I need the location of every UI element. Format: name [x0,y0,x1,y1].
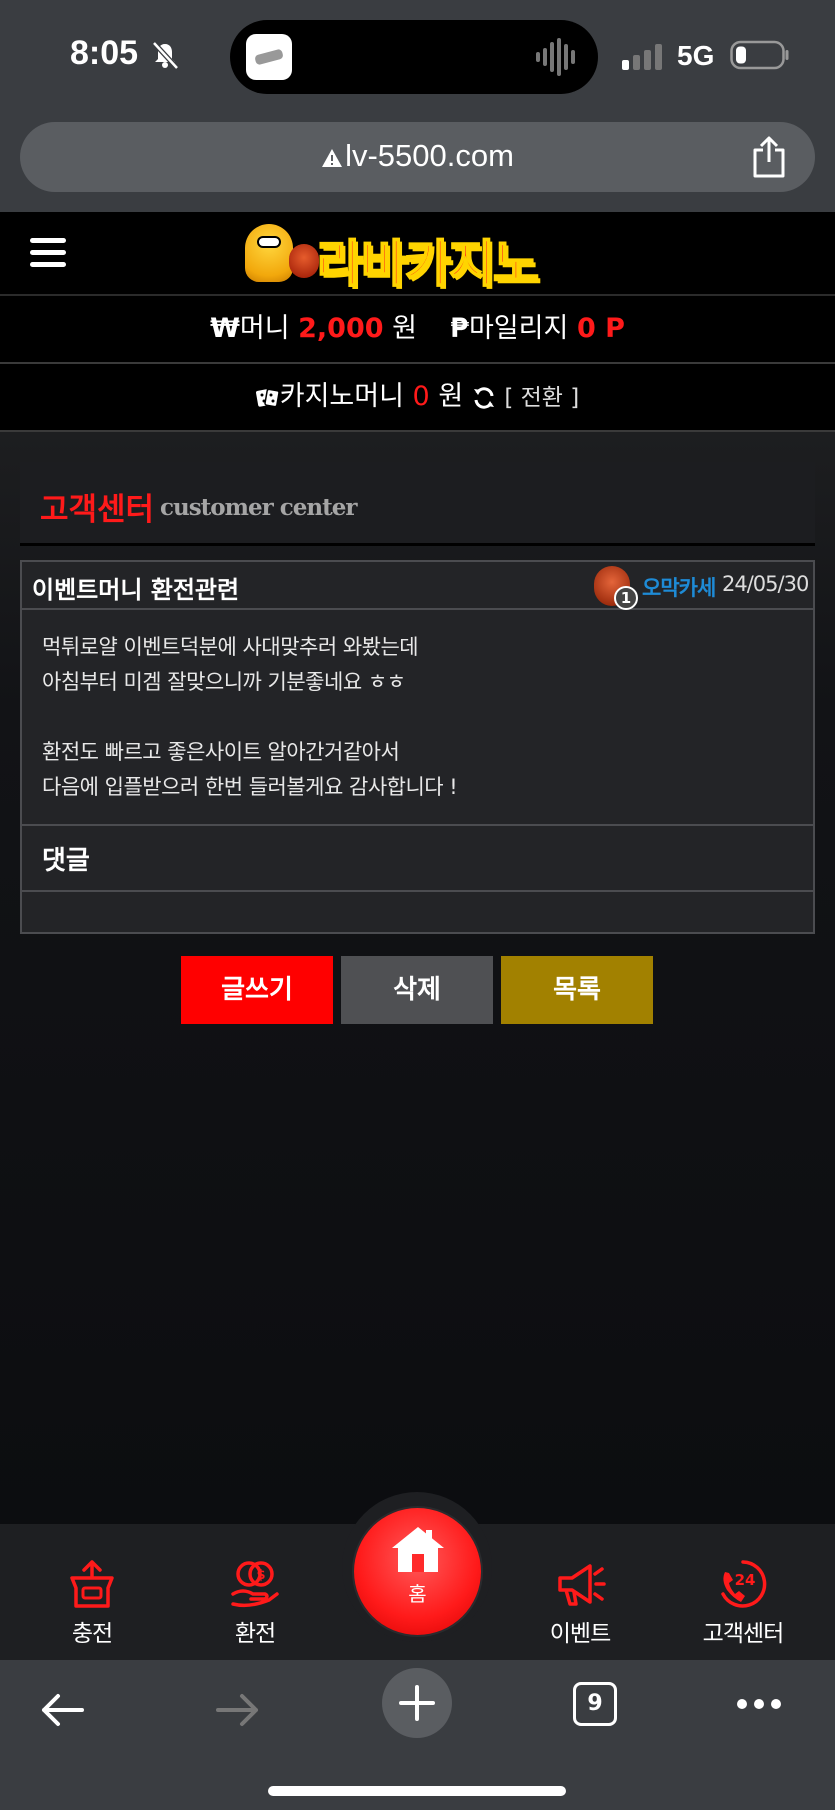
browser-toolbar: 9 [0,1660,835,1810]
site-header: 라바카지노 [0,212,835,296]
level-badge: 1 [614,586,638,610]
post-detail: 이벤트머니 환전관련 1 오막카세 24/05/30 먹튀로얄 이벤트덕분에 사… [20,560,815,934]
deposit-icon [70,1560,114,1608]
won-icon: ₩ [210,313,240,344]
casino-money-value: 0 [412,381,430,412]
back-arrow-icon[interactable] [38,1690,86,1730]
warning-icon [322,148,343,167]
nav-exchange-label: 환전 [234,1621,276,1647]
house-icon [392,1527,444,1572]
money-unit: 원 [392,313,417,344]
site-logo[interactable]: 라바카지노 [245,220,595,294]
dice-icon [255,388,280,407]
nav-charge[interactable]: 충전 [17,1558,167,1648]
post-author[interactable]: 오막카세 [642,572,716,602]
megaphone-icon [558,1564,606,1606]
larva-yellow-mascot [245,224,293,282]
network-label: 5G [677,40,715,71]
section-title-en: customer center [160,494,357,521]
post-body-line: 환전도 빠르고 좋은사이트 알아간거같아서 [42,740,400,764]
delete-button[interactable]: 삭제 [341,956,493,1024]
post-body: 먹튀로얄 이벤트덕분에 사대맞추러 와봤는데 아침부터 미겜 잘맞으니까 기분좋… [42,630,802,805]
section-title: 고객센터 customer center [20,462,815,546]
support-24-icon: 24 [721,1560,767,1608]
nav-charge-label: 충전 [71,1621,113,1647]
money-label: 머니 [239,313,290,344]
status-bar: 8:05 5G [0,0,835,115]
larva-red-mascot [289,244,319,278]
casino-money-label: 카지노머니 [279,381,404,412]
nav-exchange[interactable]: $ 환전 [180,1558,330,1648]
post-date: 24/05/30 [722,572,809,596]
withdraw-coins-icon: $ [231,1561,279,1608]
bell-muted-icon [152,41,179,70]
app-icon [246,34,292,80]
nav-event[interactable]: 이벤트 [505,1558,655,1648]
svg-text:$: $ [256,1568,265,1583]
casino-money-row: 카지노머니 0 원 [ 전환 ] [0,364,835,432]
forward-arrow-icon[interactable] [214,1690,262,1730]
post-body-line: 먹튀로얄 이벤트덕분에 사대맞추러 와봤는데 [42,635,419,659]
share-icon[interactable] [751,136,787,178]
waveform-icon [536,38,575,76]
section-title-ko: 고객센터 [40,492,155,528]
nav-event-label: 이벤트 [549,1621,611,1647]
tabs-button[interactable]: 9 [573,1682,617,1726]
nav-support[interactable]: 24 고객센터 [668,1558,818,1648]
post-body-line [42,700,802,735]
post-body-line: 아침부터 미겜 잘맞으니까 기분좋네요 ㅎㅎ [42,670,406,694]
signal-icon [622,44,662,70]
status-time: 8:05 [70,34,139,72]
post-header: 이벤트머니 환전관련 1 오막카세 24/05/30 [22,562,813,610]
post-title: 이벤트머니 환전관련 [32,576,240,604]
convert-button[interactable]: [ 전환 ] [504,385,579,411]
plus-icon [399,1685,435,1721]
battery-icon [730,40,789,70]
refresh-icon[interactable] [472,386,496,410]
more-dots-icon[interactable] [736,1698,782,1710]
comments-label: 댓글 [42,846,90,876]
post-body-line: 다음에 입플받으러 한번 들러볼게요 감사합니다 ! [42,775,458,799]
nav-support-label: 고객센터 [702,1621,785,1647]
mileage-icon: ₱ [450,313,469,344]
list-button[interactable]: 목록 [501,956,653,1024]
casino-money-unit: 원 [438,381,464,412]
dynamic-island [230,20,598,94]
address-bar[interactable]: lv-5500.com [20,122,815,192]
home-label: 홈 [408,1582,427,1606]
new-tab-button[interactable] [382,1668,452,1738]
svg-text:24: 24 [735,1571,756,1589]
write-button[interactable]: 글쓰기 [181,956,333,1024]
money-value: 2,000 [298,313,384,344]
hamburger-menu-icon[interactable] [30,238,66,268]
home-button[interactable]: 홈 [354,1508,481,1635]
comments-header: 댓글 [22,824,813,892]
mileage-label: 마일리지 [468,313,569,344]
logo-text: 라바카지노 [316,234,540,294]
money-row: ₩머니 2,000 원 ₱마일리지 0 P [0,296,835,364]
author-avatar: 1 [590,564,638,610]
home-indicator [268,1786,566,1796]
url-text: lv-5500.com [345,138,514,173]
mileage-value: 0 P [576,313,625,344]
